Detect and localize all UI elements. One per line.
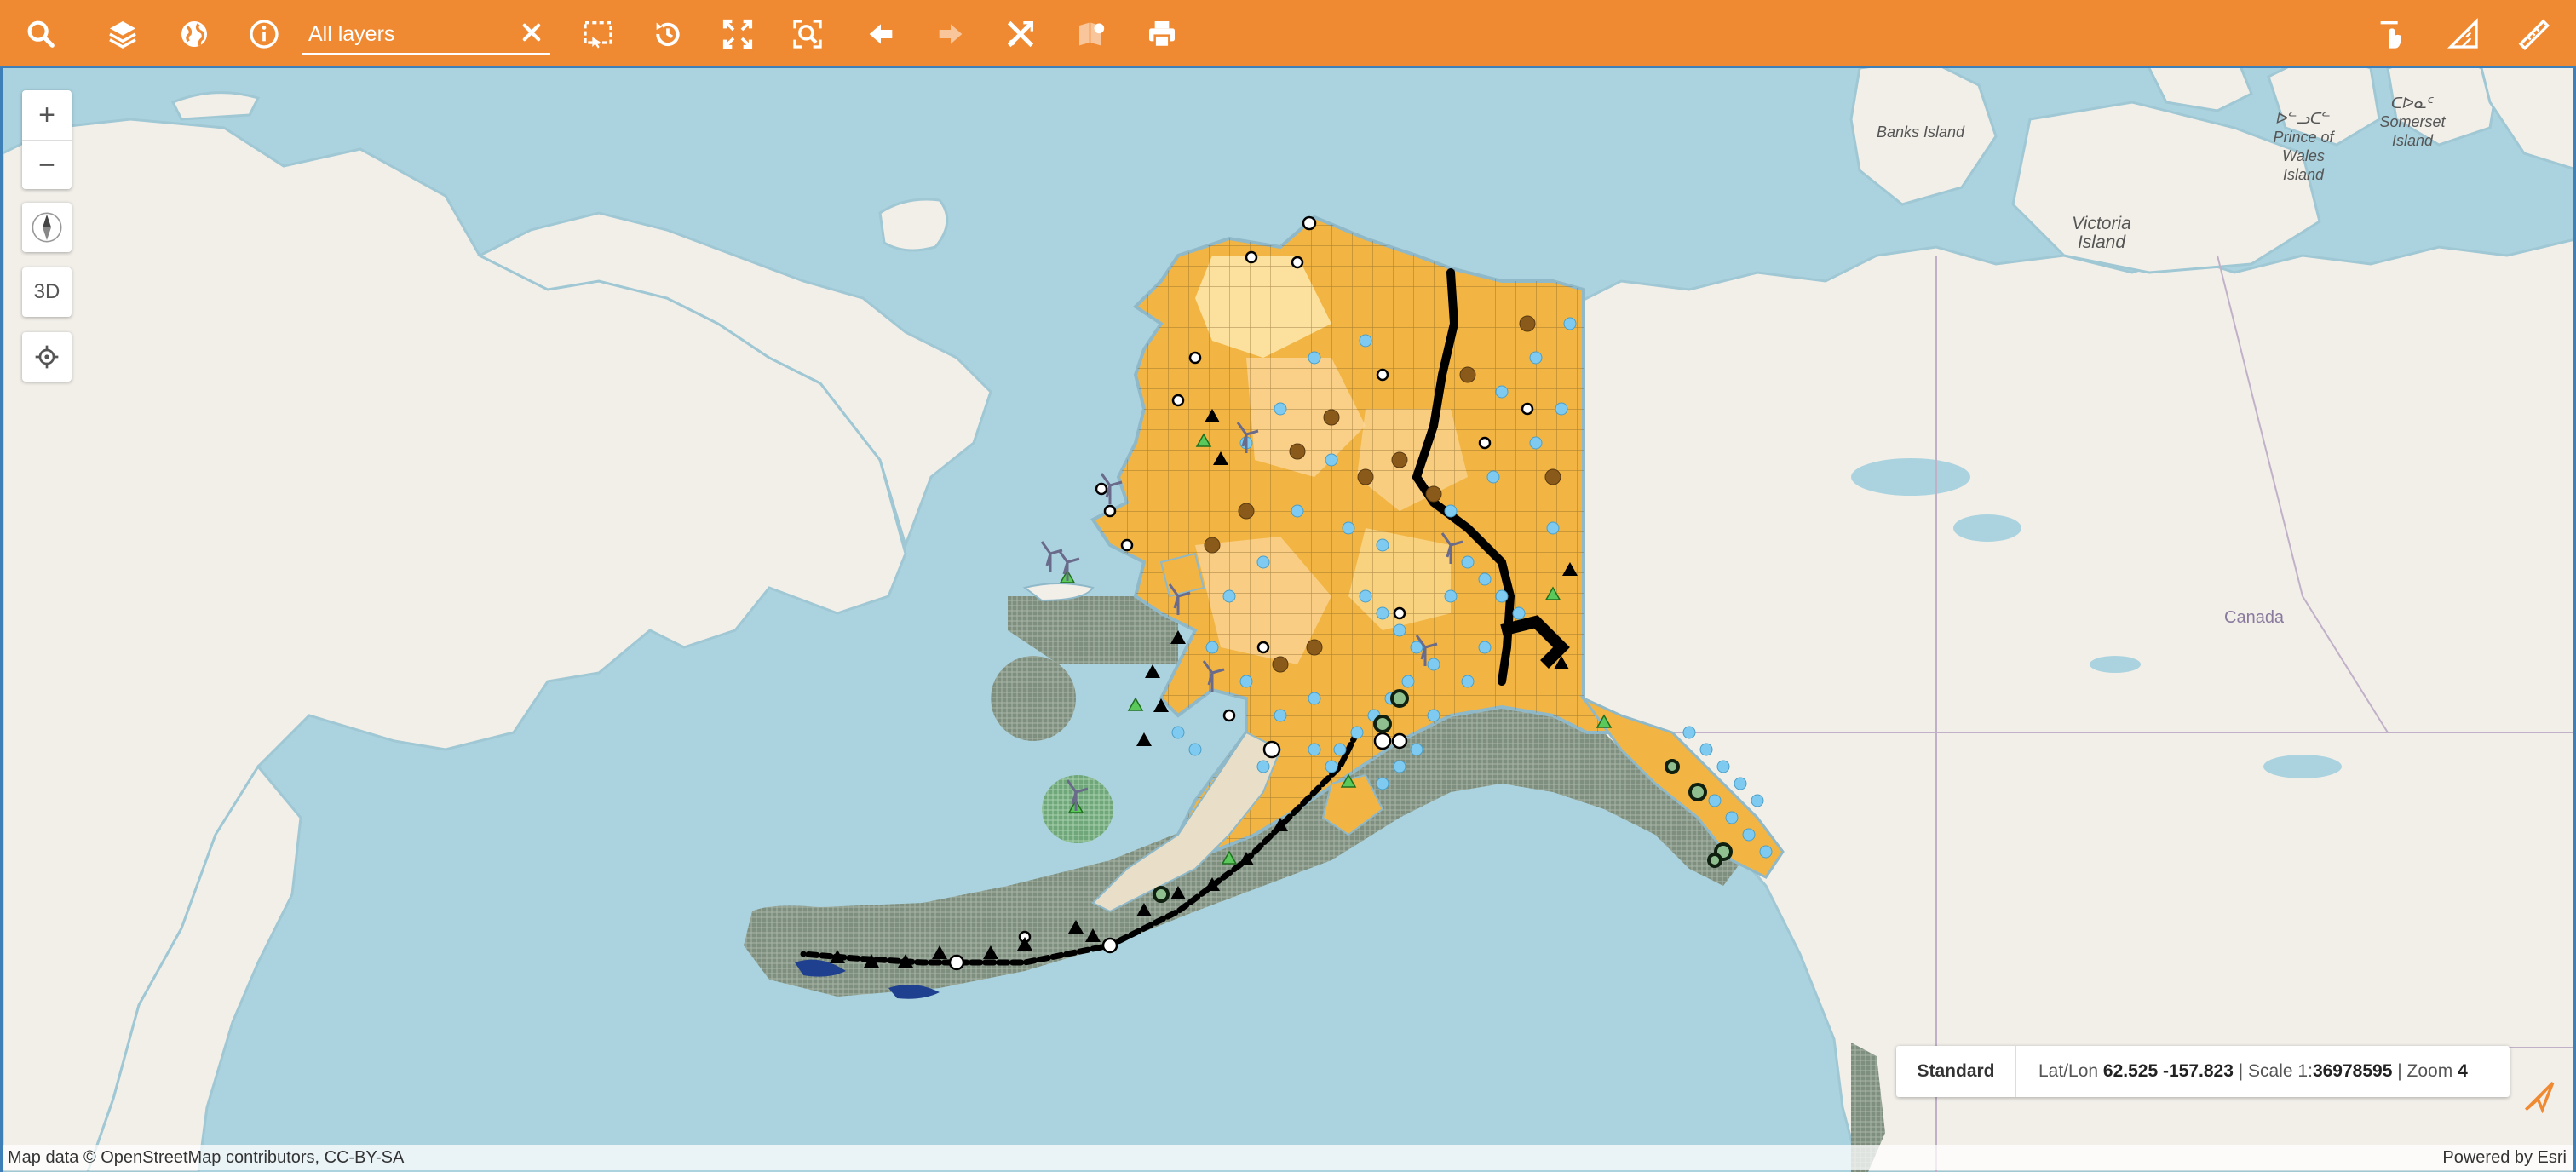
full-extent-button[interactable]: [716, 12, 760, 56]
latlon-value: 62.525 -157.823: [2102, 1061, 2234, 1081]
basemap-selector[interactable]: Standard: [1896, 1046, 2016, 1097]
select-area-icon: [584, 21, 612, 49]
info-icon: [250, 20, 279, 49]
locate-icon: [35, 345, 59, 369]
compass-button[interactable]: [22, 203, 72, 252]
latlon-label: Lat/Lon: [2038, 1061, 2099, 1081]
globe-icon: [181, 21, 207, 47]
map-status-panel: Standard Lat/Lon 62.525 -157.823 | Scale…: [1896, 1046, 2510, 1097]
measure-area-button[interactable]: [2441, 12, 2486, 56]
measure-area-icon: [2447, 17, 2478, 49]
basemap-button[interactable]: [172, 12, 216, 56]
shapes-icon: [1079, 22, 1105, 46]
label-prince-of-wales-text: Prince of Wales Island: [2273, 129, 2334, 183]
layer-search-input[interactable]: [307, 17, 515, 51]
draw-tools-icon: [1007, 20, 1034, 48]
layers-icon: [109, 21, 136, 49]
measure-distance-icon: [2518, 19, 2550, 51]
history-icon: [656, 22, 680, 47]
search-icon: [27, 20, 55, 48]
print-button[interactable]: [1140, 12, 1184, 56]
map-attribution: Map data © OpenStreetMap contributors, C…: [3, 1145, 2573, 1170]
zoom-label: Zoom: [2406, 1061, 2453, 1081]
search-clear-button[interactable]: [516, 17, 547, 48]
arrow-forward-icon: [939, 24, 963, 44]
layer-search: [302, 15, 550, 55]
back-button[interactable]: [859, 12, 903, 56]
draw-tools-button[interactable]: [998, 12, 1043, 56]
north-arrow-icon: [2525, 1082, 2555, 1114]
label-banks-island: Banks Island: [1877, 124, 1965, 141]
select-area-button[interactable]: [576, 12, 620, 56]
map-canvas[interactable]: Banks Island ᐅᓪᓗᑕᓪ Prince of Wales Islan…: [0, 68, 2576, 1172]
zoom-value: 4: [2458, 1061, 2468, 1081]
label-somerset-text: Somerset Island: [2379, 113, 2446, 149]
arrow-back-icon: [869, 24, 893, 44]
label-somerset-island: ᑕᐅᓇᑦ Somerset Island: [2374, 94, 2451, 150]
shapes-button[interactable]: [1070, 12, 1114, 56]
toggle-3d-button[interactable]: 3D: [22, 267, 72, 317]
print-icon: [1149, 21, 1175, 49]
zoom-out-button[interactable]: −: [22, 140, 72, 190]
coordinate-readout: Lat/Lon 62.525 -157.823 | Scale 1:369785…: [2038, 1061, 2468, 1081]
label-prince-of-wales-native: ᐅᓪᓗᑕᓪ: [2276, 110, 2331, 127]
search-button[interactable]: [19, 12, 63, 56]
top-toolbar: [0, 0, 2576, 68]
scale-value: 36978595: [2312, 1061, 2393, 1081]
zoom-in-button[interactable]: +: [22, 90, 72, 140]
locate-button[interactable]: [22, 332, 72, 382]
label-victoria-island: Victoria Island: [2072, 214, 2131, 252]
zoom-to-selection-icon: [793, 20, 822, 49]
compass-icon: [32, 212, 62, 243]
scale-label: Scale 1:: [2248, 1061, 2313, 1081]
label-canada: Canada: [2224, 608, 2285, 627]
pan-hand-button[interactable]: [2370, 12, 2414, 56]
zoom-to-selection-button[interactable]: [785, 12, 830, 56]
full-extent-icon: [722, 19, 753, 49]
label-prince-of-wales-island: ᐅᓪᓗᑕᓪ Prince of Wales Island: [2265, 109, 2342, 184]
close-icon: [522, 23, 541, 42]
attribution-osm[interactable]: Map data © OpenStreetMap contributors, C…: [8, 1145, 404, 1170]
history-button[interactable]: [646, 12, 690, 56]
label-somerset-native: ᑕᐅᓇᑦ: [2390, 95, 2435, 112]
measure-distance-button[interactable]: [2511, 12, 2556, 56]
attribution-esri[interactable]: Powered by Esri: [2442, 1145, 2567, 1170]
pan-hand-icon: [2380, 21, 2401, 49]
basemap-svg: [3, 68, 2573, 1172]
zoom-control: + −: [22, 90, 72, 189]
forward-button[interactable]: [929, 12, 973, 56]
layers-button[interactable]: [101, 12, 145, 56]
info-button[interactable]: [242, 12, 286, 56]
